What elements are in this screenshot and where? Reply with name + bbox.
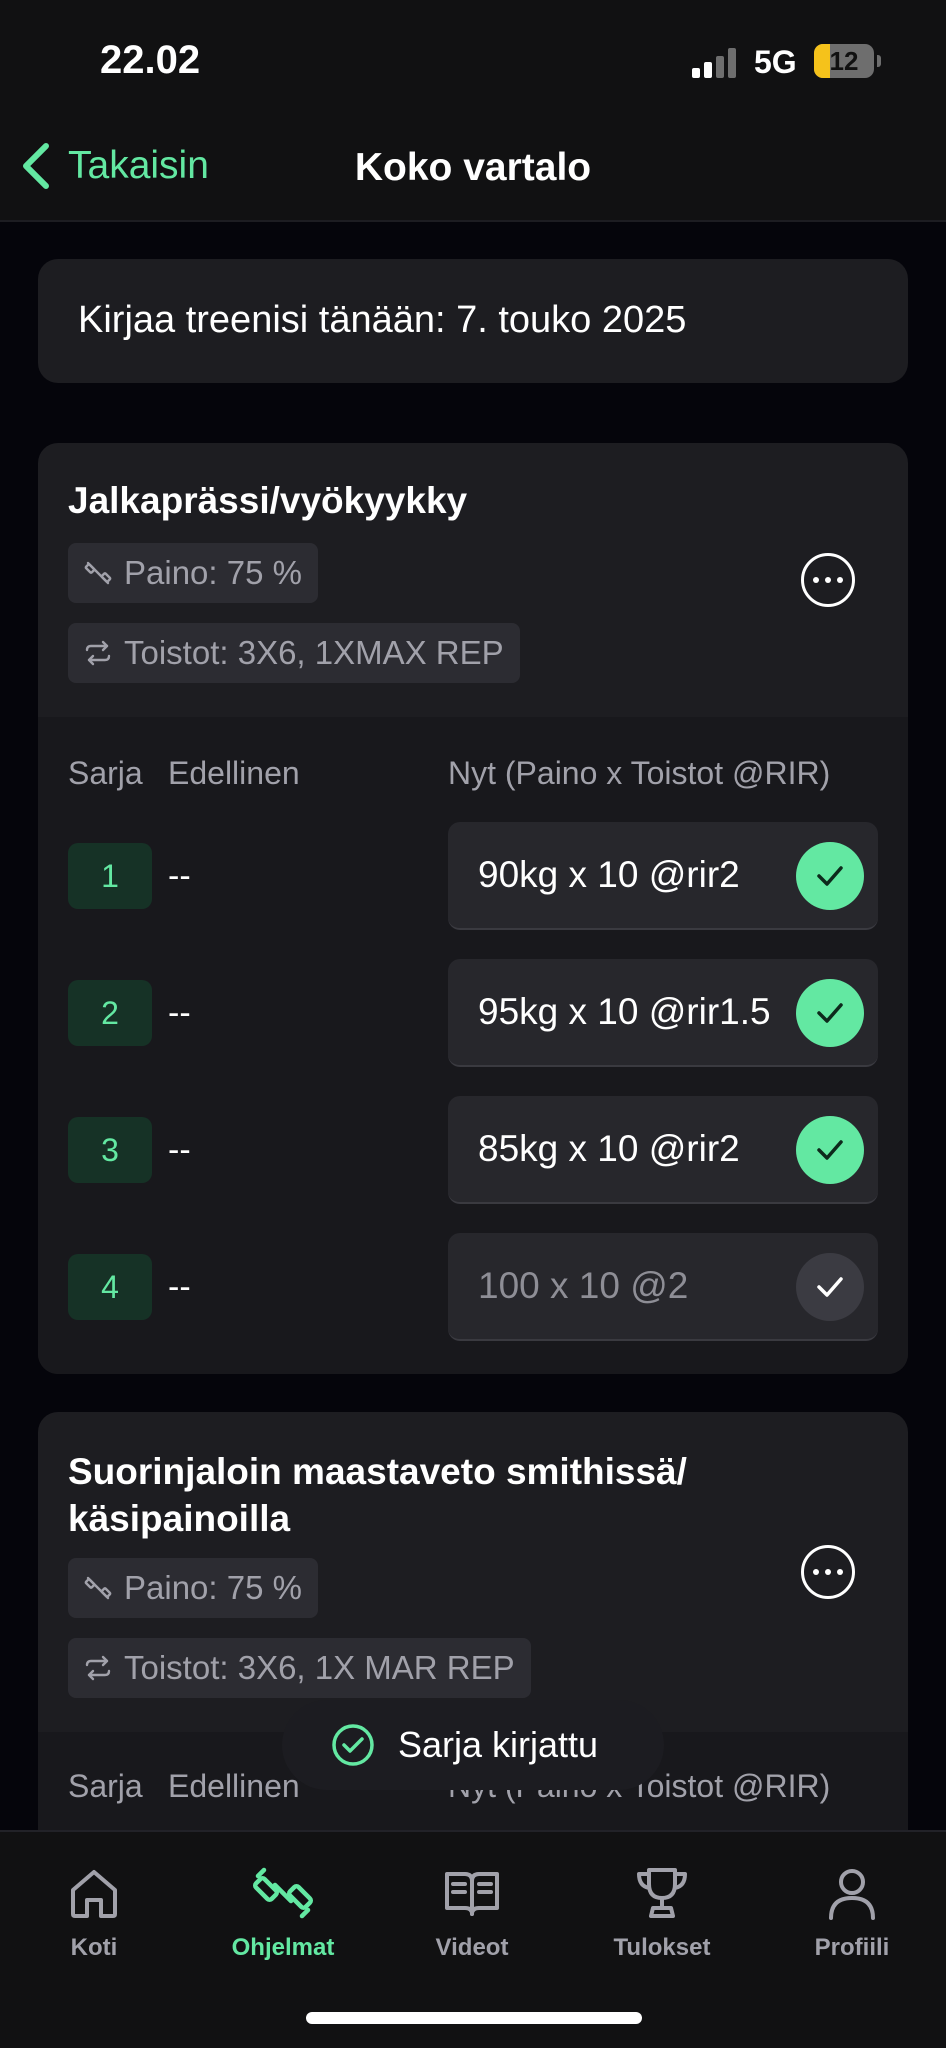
set-number: 4 [68,1254,152,1320]
person-icon [829,1869,875,1920]
date-card: Kirjaa treenisi tänään: 7. touko 2025 [38,259,908,383]
tab-koti[interactable]: Koti [14,1862,174,1962]
network-label: 5G [754,44,797,80]
checkmark-icon [817,1003,843,1023]
header-set: Sarja [68,1768,143,1804]
more-options-button[interactable] [801,553,855,607]
trophy-icon [637,1868,687,1918]
set-value: 95kg x 10 @rir1.5 [478,991,771,1032]
status-time: 22.02 [100,38,201,82]
tab-label: Tulokset [613,1934,711,1961]
checkmark-icon [817,866,843,886]
set-input[interactable]: 90kg x 10 @rir2 [448,822,878,930]
set-input[interactable]: 100 x 10 @2 [448,1233,878,1341]
home-indicator [306,2012,642,2024]
exercise-name: Suorinjaloin maastaveto smithissä/ käsip… [68,1448,687,1542]
toast-notification: Sarja kirjattu [282,1700,664,1790]
header-previous: Edellinen [168,1768,300,1804]
set-value: 90kg x 10 @rir2 [478,854,740,895]
set-input[interactable]: 85kg x 10 @rir2 [448,1096,878,1204]
tab-videot[interactable]: Videot [392,1862,552,1962]
reps-chip: Toistot: 3X6, 1X MAR REP [68,1638,531,1698]
battery-level: 12 [829,46,859,76]
battery-icon: 12 [814,44,874,78]
check-circle-icon [332,1724,374,1766]
tab-tulokset[interactable]: Tulokset [582,1862,742,1962]
check-button[interactable] [796,979,864,1047]
exercise-name-line: Suorinjaloin maastaveto smithissä/ [68,1451,687,1492]
nav-bar: Takaisin Koko vartalo [0,118,946,222]
header-now: Nyt (Paino x Toistot @RIR) [448,755,831,791]
repeat-icon [85,640,111,666]
more-options-button[interactable] [801,1545,855,1599]
exercise-name-line: käsipainoilla [68,1498,291,1539]
set-previous: -- [168,1131,191,1169]
home-icon [71,1870,117,1918]
dumbbell-icon [252,1867,314,1919]
battery-tip [877,55,881,67]
book-icon [445,1872,499,1916]
reps-chip: Toistot: 3X6, 1XMAX REP [68,623,520,683]
set-number: 2 [68,980,152,1046]
reps-chip-label: Toistot: 3X6, 1X MAR REP [124,1649,515,1686]
signal-icon [692,48,738,78]
exercise-card: Jalkaprässi/vyökyykky Paino: 75 % Toisto… [38,443,908,1374]
date-card-text: Kirjaa treenisi tänään: 7. touko 2025 [78,299,687,341]
page-title: Koko vartalo [354,146,592,189]
check-button[interactable] [796,1253,864,1321]
check-button[interactable] [796,1116,864,1184]
tab-label: Ohjelmat [231,1934,335,1961]
tab-label: Koti [70,1934,118,1961]
exercise-name: Jalkaprässi/vyökyykky [68,480,468,521]
header-set: Sarja [68,755,143,791]
exercise-card: Suorinjaloin maastaveto smithissä/ käsip… [38,1412,908,1872]
repeat-icon [85,1655,111,1681]
reps-chip-label: Toistot: 3X6, 1XMAX REP [124,634,504,671]
header-previous: Edellinen [168,755,300,791]
tab-profiili[interactable]: Profiili [772,1862,932,1962]
weight-chip-label: Paino: 75 % [124,1569,302,1606]
weight-chip: Paino: 75 % [68,543,318,603]
toast-text: Sarja kirjattu [398,1724,599,1765]
checkmark-icon [817,1140,843,1160]
checkmark-icon [817,1277,843,1297]
check-button[interactable] [796,842,864,910]
weight-icon [84,561,112,585]
weight-chip: Paino: 75 % [68,1558,318,1618]
weight-chip-label: Paino: 75 % [124,554,302,591]
tab-label: Videot [435,1934,509,1961]
set-number: 3 [68,1117,152,1183]
sets-table: Sarja Edellinen Nyt (Paino x Toistot @RI… [38,717,908,1374]
set-previous: -- [168,1268,191,1306]
set-number: 1 [68,843,152,909]
status-bar: 22.02 5G 12 [0,0,946,118]
weight-icon [84,1576,112,1600]
set-input[interactable]: 95kg x 10 @rir1.5 [448,959,878,1067]
tab-label: Profiili [814,1934,890,1961]
set-placeholder: 100 x 10 @2 [478,1265,689,1306]
set-previous: -- [168,994,191,1032]
set-value: 85kg x 10 @rir2 [478,1128,740,1169]
set-previous: -- [168,857,191,895]
tab-ohjelmat[interactable]: Ohjelmat [203,1862,363,1962]
